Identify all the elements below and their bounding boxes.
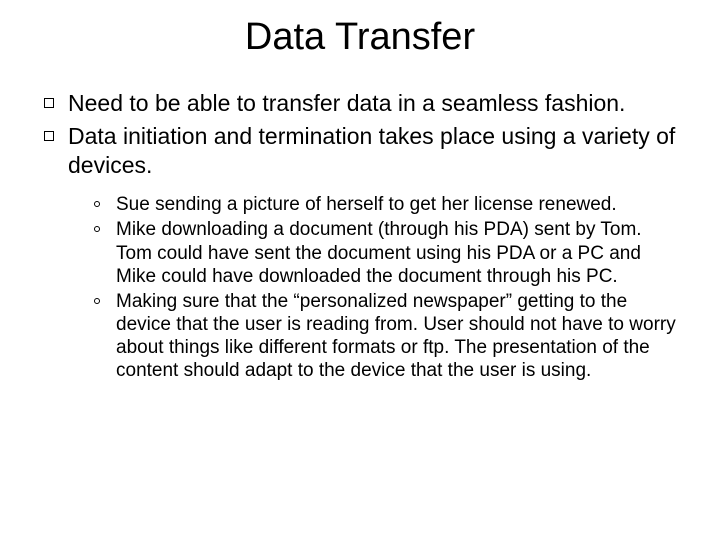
list-item: Making sure that the “personalized newsp… (88, 290, 680, 383)
list-item: Data initiation and termination takes pl… (40, 122, 680, 180)
list-item: Need to be able to transfer data in a se… (40, 89, 680, 118)
slide: Data Transfer Need to be able to transfe… (0, 0, 720, 540)
list-item: Sue sending a picture of herself to get … (88, 193, 680, 216)
slide-title: Data Transfer (30, 16, 690, 59)
list-item: Mike downloading a document (through his… (88, 218, 680, 288)
sub-bullet-list: Sue sending a picture of herself to get … (88, 193, 680, 382)
main-bullet-list: Need to be able to transfer data in a se… (40, 89, 680, 179)
